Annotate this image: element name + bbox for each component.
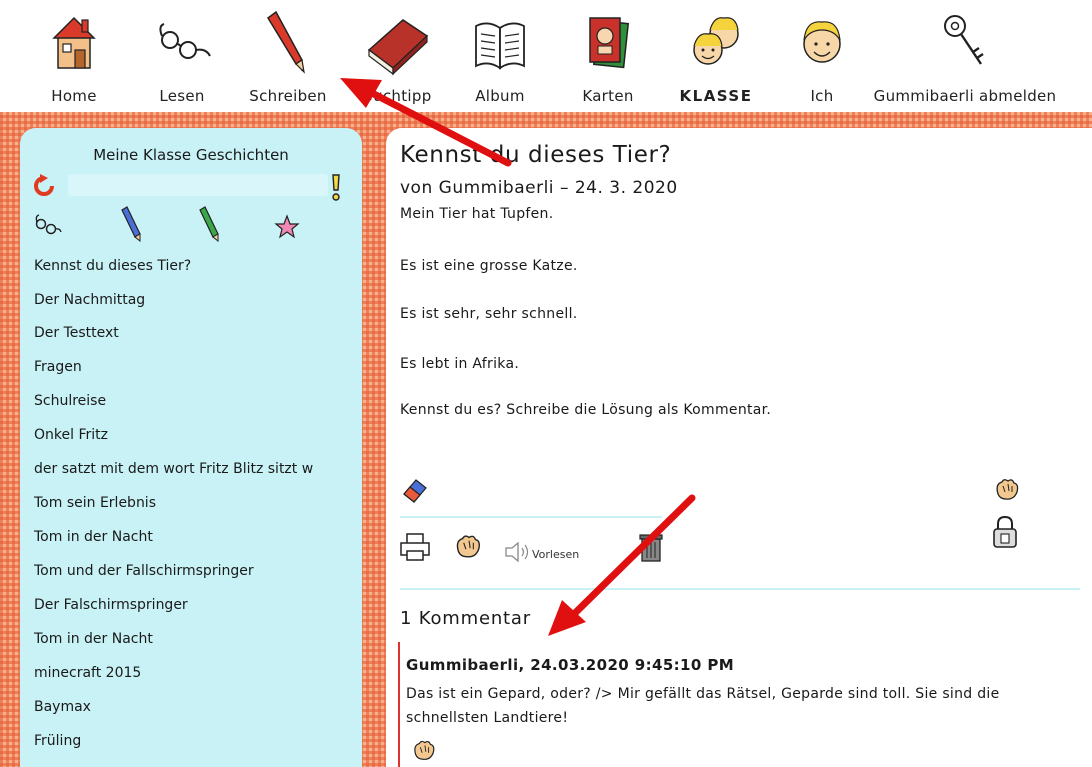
story-list-item[interactable]: der satzt mit dem wort Fritz Blitz sitzt… <box>34 461 354 477</box>
glasses-filter-icon[interactable] <box>32 212 62 236</box>
story-list-item[interactable]: Der Testtext <box>34 325 354 341</box>
story-line: Es ist sehr, sehr schnell. <box>400 306 578 322</box>
nav-lesen[interactable]: Lesen <box>150 0 214 112</box>
divider <box>400 588 1080 590</box>
exclamation-icon[interactable] <box>328 172 344 202</box>
vorlesen-button[interactable]: Vorlesen <box>532 548 579 561</box>
green-pencil-icon[interactable] <box>196 206 222 242</box>
nav-label-karten: Karten <box>582 87 634 105</box>
star-icon[interactable] <box>274 214 300 240</box>
book-icon <box>367 19 429 76</box>
nav-label-buchtipp: Buchtipp <box>362 87 432 105</box>
story-list-item[interactable]: Tom in der Nacht <box>34 631 354 647</box>
nav-schreiben[interactable]: Schreiben <box>249 0 326 112</box>
nav-home[interactable]: Home <box>42 0 106 112</box>
top-navigation: Home Lesen Schreiben Buchtipp Album Kart… <box>0 0 1092 112</box>
search-input[interactable] <box>68 174 328 196</box>
blue-pencil-icon[interactable] <box>118 206 144 242</box>
comment: Gummibaerli, 24.03.2020 9:45:10 PM Das i… <box>398 642 1078 767</box>
sidebar-title: Meine Klasse Geschichten <box>93 146 289 164</box>
story-line: Mein Tier hat Tupfen. <box>400 206 554 222</box>
story-list-item[interactable]: Tom und der Fallschirmspringer <box>34 563 354 579</box>
story-list-item[interactable]: Onkel Fritz <box>34 427 354 443</box>
nav-label-home: Home <box>51 87 97 105</box>
story-list-item[interactable]: Der Falschirmspringer <box>34 597 354 613</box>
comment-author-date: Gummibaerli, 24.03.2020 9:45:10 PM <box>406 656 735 674</box>
nav-logout[interactable]: Gummibaerli abmelden <box>874 0 1056 112</box>
eraser-icon[interactable] <box>400 474 430 504</box>
class-kids-icon <box>693 17 739 65</box>
divider <box>400 516 662 518</box>
story-list-item[interactable]: Tom in der Nacht <box>34 529 354 545</box>
comments-count: 1 Kommentar <box>400 608 531 629</box>
printer-icon[interactable] <box>398 532 432 562</box>
nav-label-logout: Gummibaerli abmelden <box>873 87 1057 105</box>
story-list-item[interactable]: Tom sein Erlebnis <box>34 495 354 511</box>
nav-label-album: Album <box>475 87 525 105</box>
nav-label-lesen: Lesen <box>159 87 205 105</box>
nav-klasse[interactable]: KLASSE <box>676 0 756 112</box>
nav-ich[interactable]: Ich <box>790 0 854 112</box>
story-line: Es lebt in Afrika. <box>400 356 520 372</box>
comment-text: Das ist ein Gepard, oder? /> Mir gefällt… <box>406 686 1000 726</box>
nav-karten[interactable]: Karten <box>576 0 640 112</box>
refresh-icon[interactable] <box>32 174 58 198</box>
story-line: Es ist eine grosse Katze. <box>400 258 578 274</box>
trash-icon[interactable] <box>638 530 664 564</box>
nav-label-ich: Ich <box>810 87 834 105</box>
sidebar: Meine Klasse Geschichten Kennst du diese… <box>20 128 362 767</box>
pencil-icon <box>267 10 305 74</box>
speaker-icon[interactable] <box>504 540 534 564</box>
house-icon <box>52 16 96 69</box>
open-book-icon <box>475 22 525 70</box>
glasses-icon <box>159 23 211 59</box>
clap-hands-icon[interactable] <box>452 532 484 560</box>
key-icon <box>944 15 984 65</box>
nav-album[interactable]: Album <box>468 0 532 112</box>
story-panel: Kennst du dieses Tier? von Gummibaerli –… <box>386 128 1092 767</box>
story-list-item[interactable]: Schulreise <box>34 393 354 409</box>
nav-buchtipp[interactable]: Buchtipp <box>362 0 432 112</box>
story-list-item[interactable]: Fragen <box>34 359 354 375</box>
cards-icon <box>589 17 630 69</box>
story-list-item[interactable]: minecraft 2015 <box>34 665 354 681</box>
story-list-item[interactable]: Baymax <box>34 699 354 715</box>
story-title: Kennst du dieses Tier? <box>400 142 672 168</box>
nav-label-schreiben: Schreiben <box>249 87 327 105</box>
clap-hands-icon[interactable] <box>992 476 1022 502</box>
story-list-item[interactable]: Der Nachmittag <box>34 292 354 308</box>
story-line: Kennst du es? Schreibe die Lösung als Ko… <box>400 402 772 418</box>
story-list-item[interactable]: Kennst du dieses Tier? <box>34 258 354 274</box>
kid-face-icon <box>803 21 841 63</box>
padlock-icon[interactable] <box>990 514 1020 550</box>
clap-hands-icon[interactable] <box>410 738 438 762</box>
nav-label-klasse: KLASSE <box>679 87 753 105</box>
story-list-item[interactable]: Früling <box>34 733 354 749</box>
story-author-date: von Gummibaerli – 24. 3. 2020 <box>400 178 678 198</box>
